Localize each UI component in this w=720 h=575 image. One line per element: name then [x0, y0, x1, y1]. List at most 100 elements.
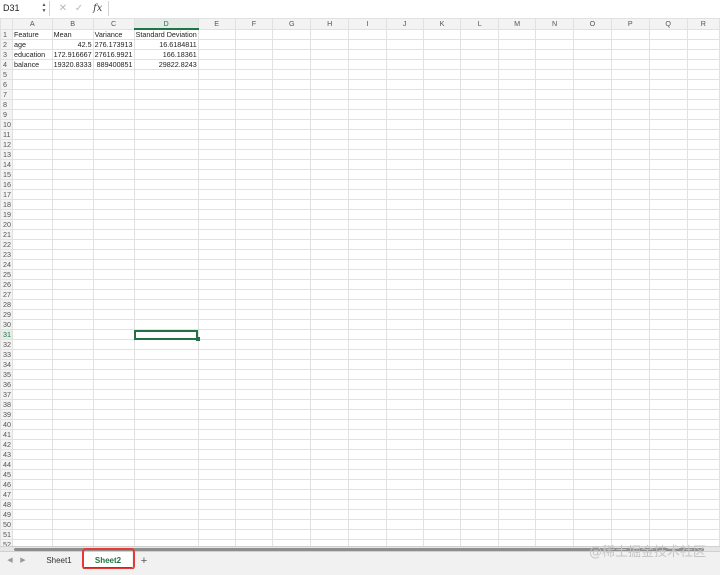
cell-m34[interactable] [498, 359, 537, 370]
cell-k51[interactable] [422, 529, 462, 540]
cell-r36[interactable] [686, 379, 720, 390]
cell-j30[interactable] [385, 319, 424, 330]
cell-b44[interactable] [51, 459, 94, 470]
cell-q30[interactable] [648, 319, 688, 330]
cell-c15[interactable] [92, 169, 135, 180]
cell-i37[interactable] [348, 389, 387, 400]
cell-f45[interactable] [234, 469, 274, 480]
cell-o15[interactable] [573, 169, 612, 180]
cell-c45[interactable] [92, 469, 135, 480]
cell-b29[interactable] [51, 309, 94, 320]
cell-r9[interactable] [686, 109, 720, 120]
cell-g10[interactable] [272, 119, 312, 130]
cell-r42[interactable] [686, 439, 720, 450]
cell-f13[interactable] [234, 149, 274, 160]
cell-a12[interactable] [12, 139, 53, 150]
cell-a34[interactable] [12, 359, 53, 370]
cell-b1[interactable]: Mean [51, 28, 94, 40]
cell-o29[interactable] [573, 309, 612, 320]
cell-f43[interactable] [234, 449, 274, 460]
cell-c48[interactable] [92, 499, 135, 510]
cell-a40[interactable] [12, 419, 53, 430]
cell-j29[interactable] [385, 309, 424, 320]
cell-m5[interactable] [498, 69, 537, 80]
cell-m29[interactable] [498, 309, 537, 320]
cell-f49[interactable] [234, 509, 274, 520]
cell-c17[interactable] [92, 189, 135, 200]
cell-h5[interactable] [310, 69, 350, 80]
cell-f2[interactable] [234, 39, 274, 50]
cell-o9[interactable] [573, 109, 612, 120]
cell-n19[interactable] [535, 209, 575, 220]
cell-m3[interactable] [498, 49, 537, 60]
cell-h9[interactable] [310, 109, 350, 120]
cell-g11[interactable] [272, 129, 312, 140]
cell-q48[interactable] [648, 499, 688, 510]
row-header-1[interactable]: 1 [0, 28, 13, 40]
cancel-icon[interactable]: ✕ [58, 1, 68, 16]
cell-q25[interactable] [648, 269, 688, 280]
cell-k23[interactable] [422, 249, 462, 260]
cell-i2[interactable] [348, 39, 387, 50]
cell-e10[interactable] [197, 119, 236, 130]
cell-f9[interactable] [234, 109, 274, 120]
cell-d3[interactable]: 166.18361 [133, 49, 199, 60]
cell-m12[interactable] [498, 139, 537, 150]
cell-l22[interactable] [460, 239, 500, 250]
cell-o50[interactable] [573, 519, 612, 530]
cell-e31[interactable] [197, 329, 236, 340]
cell-e14[interactable] [197, 159, 236, 170]
cell-f32[interactable] [234, 339, 274, 350]
cell-k15[interactable] [422, 169, 462, 180]
cell-l46[interactable] [460, 479, 500, 490]
cell-p20[interactable] [610, 219, 650, 230]
cell-d19[interactable] [133, 209, 199, 220]
cell-m28[interactable] [498, 299, 537, 310]
row-header-50[interactable]: 50 [0, 519, 13, 530]
cell-p49[interactable] [610, 509, 650, 520]
row-header-21[interactable]: 21 [0, 229, 13, 240]
cell-e44[interactable] [197, 459, 236, 470]
cell-c4[interactable]: 889400851 [92, 59, 135, 70]
cell-f7[interactable] [234, 89, 274, 100]
cell-e40[interactable] [197, 419, 236, 430]
cell-n36[interactable] [535, 379, 575, 390]
cell-p10[interactable] [610, 119, 650, 130]
cell-c27[interactable] [92, 289, 135, 300]
cell-i5[interactable] [348, 69, 387, 80]
cell-j4[interactable] [385, 59, 424, 70]
cell-o18[interactable] [573, 199, 612, 210]
cell-i41[interactable] [348, 429, 387, 440]
cell-l6[interactable] [460, 79, 500, 90]
cell-i6[interactable] [348, 79, 387, 90]
row-header-40[interactable]: 40 [0, 419, 13, 430]
cell-m11[interactable] [498, 129, 537, 140]
cell-j43[interactable] [385, 449, 424, 460]
cell-g36[interactable] [272, 379, 312, 390]
cell-g37[interactable] [272, 389, 312, 400]
cell-d48[interactable] [133, 499, 199, 510]
cell-n42[interactable] [535, 439, 575, 450]
cell-r11[interactable] [686, 129, 720, 140]
cell-p35[interactable] [610, 369, 650, 380]
cell-d49[interactable] [133, 509, 199, 520]
cell-f30[interactable] [234, 319, 274, 330]
cell-n14[interactable] [535, 159, 575, 170]
cell-k27[interactable] [422, 289, 462, 300]
cell-a50[interactable] [12, 519, 53, 530]
cell-o32[interactable] [573, 339, 612, 350]
cell-c2[interactable]: 276.173913 [92, 39, 135, 50]
cell-f28[interactable] [234, 299, 274, 310]
cell-f11[interactable] [234, 129, 274, 140]
row-header-19[interactable]: 19 [0, 209, 13, 220]
cell-b18[interactable] [51, 199, 94, 210]
row-header-30[interactable]: 30 [0, 319, 13, 330]
cell-f36[interactable] [234, 379, 274, 390]
cell-f31[interactable] [234, 329, 274, 340]
cell-f23[interactable] [234, 249, 274, 260]
cell-e30[interactable] [197, 319, 236, 330]
cell-b9[interactable] [51, 109, 94, 120]
cell-e18[interactable] [197, 199, 236, 210]
cell-b17[interactable] [51, 189, 94, 200]
cell-q33[interactable] [648, 349, 688, 360]
